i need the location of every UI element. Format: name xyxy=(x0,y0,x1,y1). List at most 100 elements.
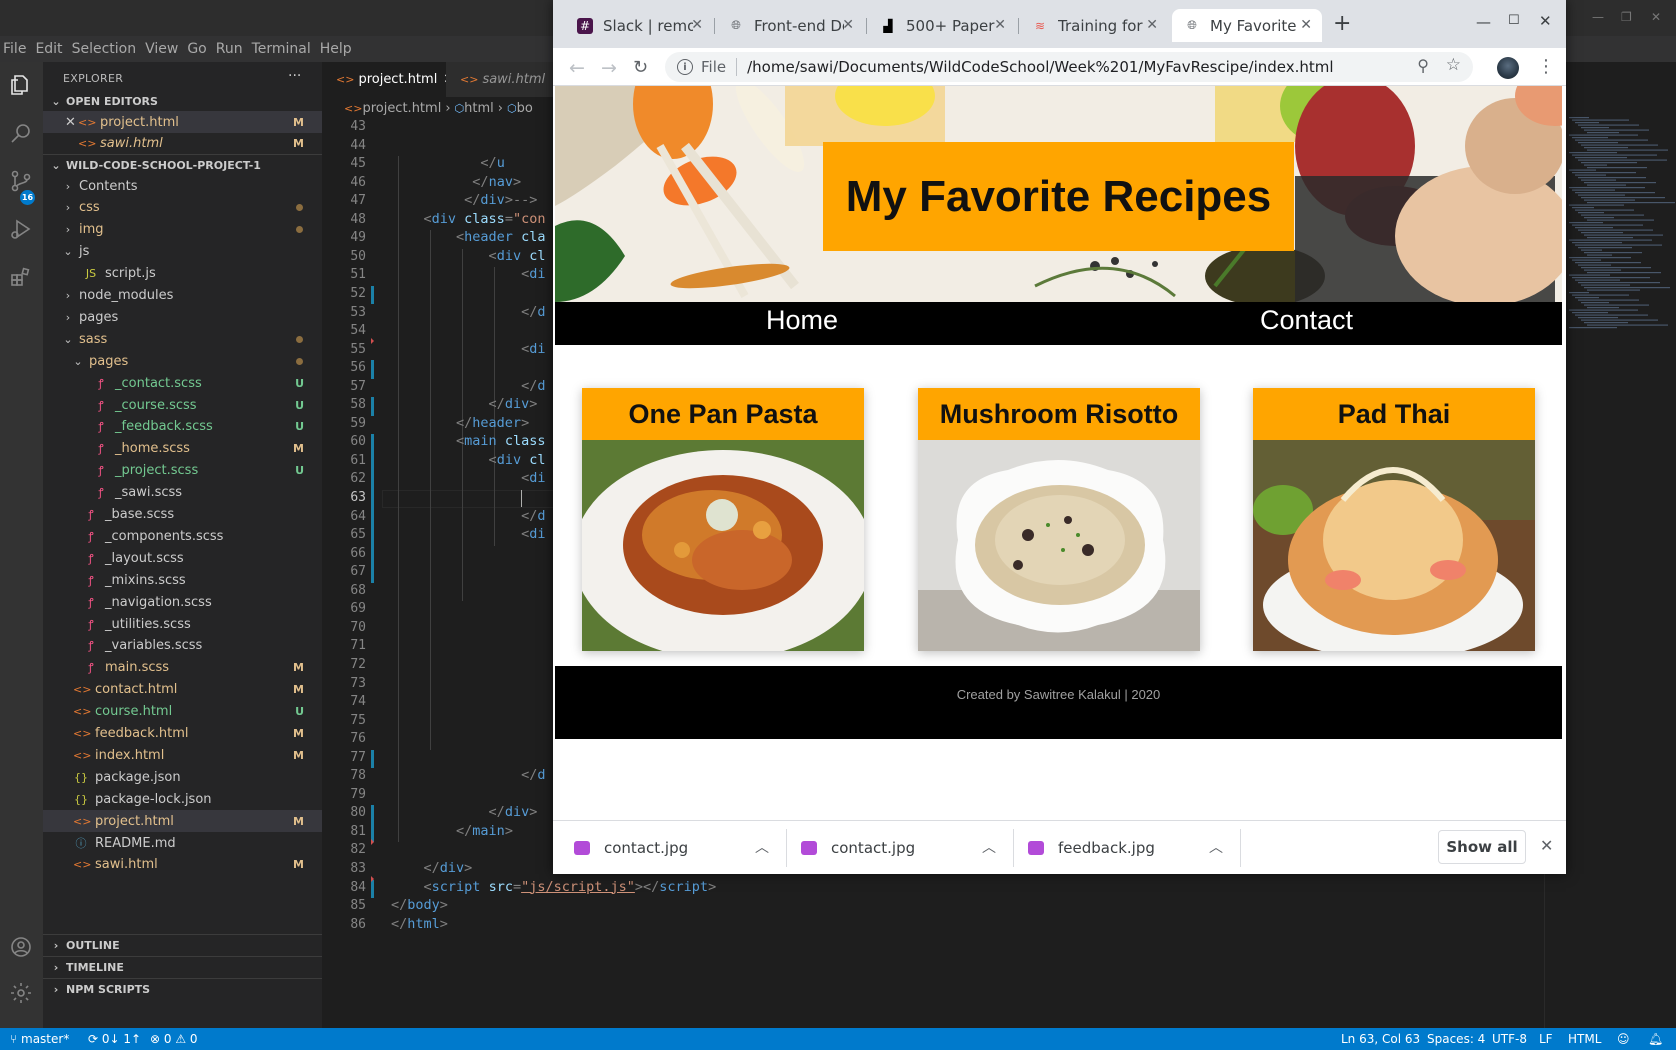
code-line[interactable]: <di xyxy=(521,470,545,486)
open-editors-section[interactable]: ⌄ OPEN EDITORS xyxy=(43,90,322,112)
file-item[interactable]: <> contact.html M xyxy=(43,679,322,701)
close-downloads-icon[interactable]: ✕ xyxy=(1540,836,1553,855)
code-line[interactable]: <di xyxy=(521,341,545,357)
file-item[interactable]: ꝭ _contact.scss U xyxy=(43,372,322,394)
search-icon[interactable] xyxy=(6,118,36,148)
menu-view[interactable]: View xyxy=(144,41,186,57)
close-tab-icon[interactable]: ✕ xyxy=(1300,17,1312,33)
file-item[interactable]: ꝭ _utilities.scss xyxy=(43,613,322,635)
file-item[interactable]: ꝭ _layout.scss xyxy=(43,547,322,569)
download-item[interactable]: feedback.jpg xyxy=(1028,821,1155,875)
menu-file[interactable]: File xyxy=(2,41,34,57)
more-actions-icon[interactable]: ··· xyxy=(288,68,301,84)
code-line[interactable]: <main class xyxy=(456,433,545,449)
folder-item[interactable]: ⌄ sass xyxy=(43,328,322,350)
file-item[interactable]: {} package.json xyxy=(43,766,322,788)
close-tab-icon[interactable]: ✕ xyxy=(842,17,854,33)
address-bar[interactable]: i File /home/sawi/Documents/WildCodeScho… xyxy=(665,52,1473,82)
file-item[interactable]: ꝭ _home.scss M xyxy=(43,438,322,460)
git-sync[interactable]: ⟳ 0↓ 1↑ xyxy=(88,1032,141,1046)
file-item[interactable]: ⓘ README.md xyxy=(43,832,322,854)
browser-tab[interactable]: 🌐︎ Front-end Dev✕ xyxy=(716,9,864,42)
code-line[interactable]: </d xyxy=(521,378,545,394)
breadcrumb-item[interactable]: project.html xyxy=(362,101,441,116)
menu-help[interactable]: Help xyxy=(319,41,360,57)
close-tab-icon[interactable]: ✕ xyxy=(691,17,703,33)
code-line[interactable]: <script src="js/script.js"></script> xyxy=(424,879,717,895)
language-mode[interactable]: HTML xyxy=(1568,1032,1601,1046)
code-line[interactable]: <di xyxy=(521,526,545,542)
maximize-window-icon[interactable]: ☐ xyxy=(1508,13,1520,28)
new-tab-button[interactable]: + xyxy=(1333,11,1351,36)
folder-item[interactable]: ⌄ js xyxy=(43,241,322,263)
problems-indicator[interactable]: ⊗ 0 ⚠ 0 xyxy=(150,1032,198,1046)
code-line[interactable]: </div> xyxy=(489,804,538,820)
close-tab-icon[interactable]: ✕ xyxy=(994,17,1006,33)
file-item[interactable]: ꝭ _mixins.scss xyxy=(43,569,322,591)
accounts-icon[interactable] xyxy=(6,932,36,962)
file-item[interactable]: ꝭ _feedback.scss U xyxy=(43,416,322,438)
menu-selection[interactable]: Selection xyxy=(71,41,145,57)
recipe-card-pasta[interactable]: One Pan Pasta xyxy=(582,388,864,651)
editor-tab[interactable]: <> sawi.html xyxy=(446,62,556,97)
code-line[interactable]: </div> xyxy=(424,860,473,876)
file-item[interactable]: ꝭ _course.scss U xyxy=(43,394,322,416)
folder-item[interactable]: › img xyxy=(43,219,322,241)
browser-tab[interactable]: 🌐︎ My Favorite Re✕ xyxy=(1172,9,1322,42)
minimize-icon[interactable]: — xyxy=(1592,10,1604,24)
folder-item[interactable]: › node_modules xyxy=(43,285,322,307)
show-all-downloads-button[interactable]: Show all xyxy=(1438,830,1526,864)
close-icon[interactable]: ✕ xyxy=(65,115,76,130)
menu-run[interactable]: Run xyxy=(215,41,251,57)
section-npm-scripts[interactable]: › NPM SCRIPTS xyxy=(43,978,322,1000)
file-item[interactable]: ꝭ _navigation.scss xyxy=(43,591,322,613)
code-line[interactable]: <div cl xyxy=(489,248,546,264)
extensions-icon[interactable] xyxy=(6,262,36,292)
file-item[interactable]: <> project.html M xyxy=(43,810,322,833)
code-line[interactable]: </nav> xyxy=(472,174,521,190)
encoding[interactable]: UTF-8 xyxy=(1492,1032,1527,1046)
file-item[interactable]: JS script.js xyxy=(43,263,322,285)
close-tab-icon[interactable]: ✕ xyxy=(1146,17,1158,33)
info-icon[interactable]: i xyxy=(677,59,693,75)
file-item[interactable]: ꝭ main.scss M xyxy=(43,657,322,679)
menu-edit[interactable]: Edit xyxy=(34,41,70,57)
chevron-up-icon[interactable]: ︿ xyxy=(755,837,769,857)
file-item[interactable]: ꝭ _sawi.scss xyxy=(43,482,322,504)
browser-tab[interactable]: ≋ Training for di✕ xyxy=(1020,9,1168,42)
nav-link-home[interactable]: Home xyxy=(766,305,838,336)
breadcrumb-item[interactable]: html xyxy=(464,101,494,116)
code-line[interactable]: </d xyxy=(521,304,545,320)
back-icon[interactable]: ← xyxy=(569,57,585,79)
indentation[interactable]: Spaces: 4 xyxy=(1427,1032,1485,1046)
close-icon[interactable]: ✕ xyxy=(1651,10,1661,24)
section-timeline[interactable]: › TIMELINE xyxy=(43,956,322,978)
breadcrumb-item[interactable]: bo xyxy=(517,101,533,116)
browser-tab[interactable]: # Slack | remote_✕ xyxy=(565,9,713,42)
code-line[interactable]: <di xyxy=(521,266,545,282)
browser-tab[interactable]: ▟ 500+ Paper Pic✕ xyxy=(868,9,1016,42)
file-item[interactable]: <> feedback.html M xyxy=(43,723,322,745)
forward-icon[interactable]: → xyxy=(601,57,617,79)
folder-item[interactable]: › css xyxy=(43,197,322,219)
chevron-up-icon[interactable]: ︿ xyxy=(1209,837,1223,857)
menu-go[interactable]: Go xyxy=(186,41,214,57)
code-line[interactable]: </div>--> xyxy=(464,192,537,208)
minimize-window-icon[interactable]: — xyxy=(1476,13,1491,31)
notifications-bell-icon[interactable]: 🔔︎ xyxy=(1648,1032,1663,1046)
run-debug-icon[interactable] xyxy=(6,214,36,244)
code-line[interactable]: </d xyxy=(521,767,545,783)
file-item[interactable]: ꝭ _components.scss xyxy=(43,525,322,547)
git-branch[interactable]: ⑂ master* xyxy=(10,1032,69,1046)
download-item[interactable]: contact.jpg xyxy=(801,821,915,875)
nav-link-contact[interactable]: Contact xyxy=(1260,305,1353,336)
file-item[interactable]: ꝭ _base.scss xyxy=(43,504,322,526)
file-item[interactable]: ꝭ _variables.scss xyxy=(43,635,322,657)
file-item[interactable]: {} package-lock.json xyxy=(43,788,322,810)
open-editor-item[interactable]: <> sawi.html M xyxy=(43,132,322,154)
code-line[interactable]: </header> xyxy=(456,415,529,431)
gear-icon[interactable] xyxy=(6,978,36,1008)
code-line[interactable]: </div> xyxy=(489,396,538,412)
open-editor-item[interactable]: ✕ <> project.html M xyxy=(43,111,322,133)
file-item[interactable]: ꝭ _project.scss U xyxy=(43,460,322,482)
